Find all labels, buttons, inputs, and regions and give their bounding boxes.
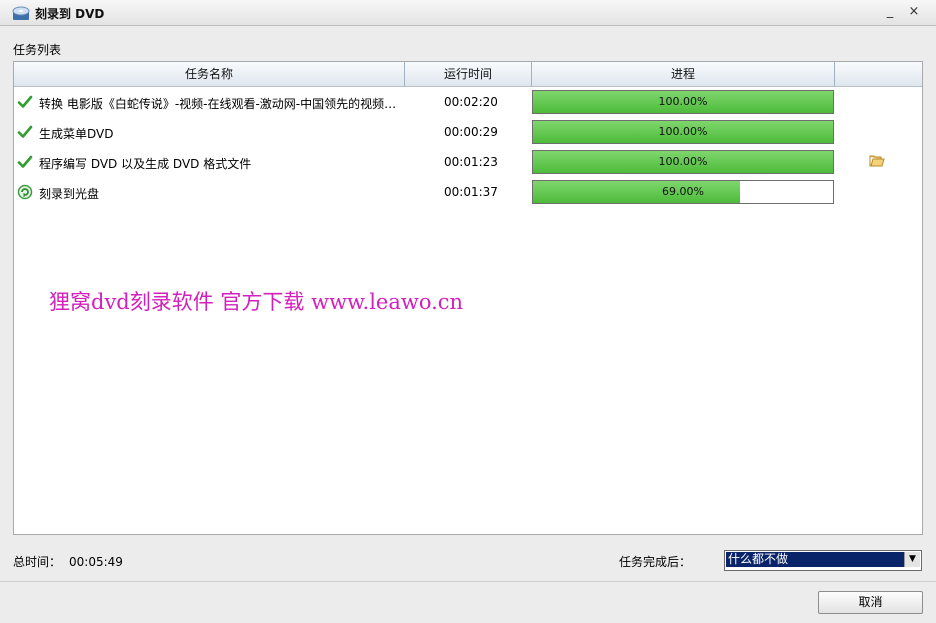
table-row[interactable]: 刻录到光盘 00:01:37 69.00% [14,177,922,207]
task-run-time: 00:01:37 [444,185,498,199]
table-row[interactable]: 生成菜单DVD 00:00:29 100.00% [14,117,922,147]
task-name: 刻录到光盘 [39,187,100,201]
task-list-panel: 任务名称 运行时间 进程 转换 电影版《白蛇传说》-视频-在线观看-激动网-中国… [13,61,923,535]
table-header: 任务名称 运行时间 进程 [14,62,922,87]
cancel-button[interactable]: 取消 [818,591,923,614]
task-run-time: 00:00:29 [444,125,498,139]
progress-label: 100.00% [658,95,708,108]
task-name: 生成菜单DVD [39,127,114,141]
progress-label: 100.00% [658,155,708,168]
table-row[interactable]: 程序编写 DVD 以及生成 DVD 格式文件 00:01:23 100.00% [14,147,922,177]
check-icon [17,125,33,138]
progress-label: 69.00% [662,185,704,198]
total-time: 总时间： 00:05:49 [13,553,123,570]
after-complete-selected-value: 什么都不做 [726,552,905,567]
progress-bar: 100.00% [532,150,834,174]
title-bar: 刻录到 DVD _ × [0,0,936,26]
task-run-time: 00:02:20 [444,95,498,109]
task-name: 程序编写 DVD 以及生成 DVD 格式文件 [39,157,252,171]
footer-divider [0,581,936,582]
column-header-progress[interactable]: 进程 [532,62,835,86]
task-run-time: 00:01:23 [444,155,498,169]
minimize-button[interactable]: _ [882,4,898,20]
in-progress-icon [17,184,33,200]
progress-bar: 69.00% [532,180,834,204]
dvd-burner-icon [12,6,30,20]
column-header-run-time[interactable]: 运行时间 [405,62,532,86]
watermark-text: 狸窝dvd刻录软件 官方下载 www.leawo.cn [49,290,464,314]
total-time-value: 00:05:49 [69,555,123,569]
after-complete-select[interactable]: 什么都不做 ▼ [724,550,922,571]
column-header-actions[interactable] [835,62,922,86]
after-complete-label: 任务完成后： [619,555,692,569]
dropdown-arrow-icon[interactable]: ▼ [904,552,920,567]
check-icon [17,95,33,108]
column-header-task-name[interactable]: 任务名称 [14,62,405,86]
window-title: 刻录到 DVD [35,7,105,21]
progress-bar: 100.00% [532,90,834,114]
close-button[interactable]: × [906,4,922,20]
total-time-label: 总时间： [13,555,62,569]
check-icon [17,155,33,168]
open-folder-icon[interactable] [869,154,885,168]
task-name: 转换 电影版《白蛇传说》-视频-在线观看-激动网-中国领先的视频… [39,97,397,111]
progress-label: 100.00% [658,125,708,138]
task-list-label: 任务列表 [13,43,62,57]
progress-bar: 100.00% [532,120,834,144]
table-row[interactable]: 转换 电影版《白蛇传说》-视频-在线观看-激动网-中国领先的视频… 00:02:… [14,87,922,117]
